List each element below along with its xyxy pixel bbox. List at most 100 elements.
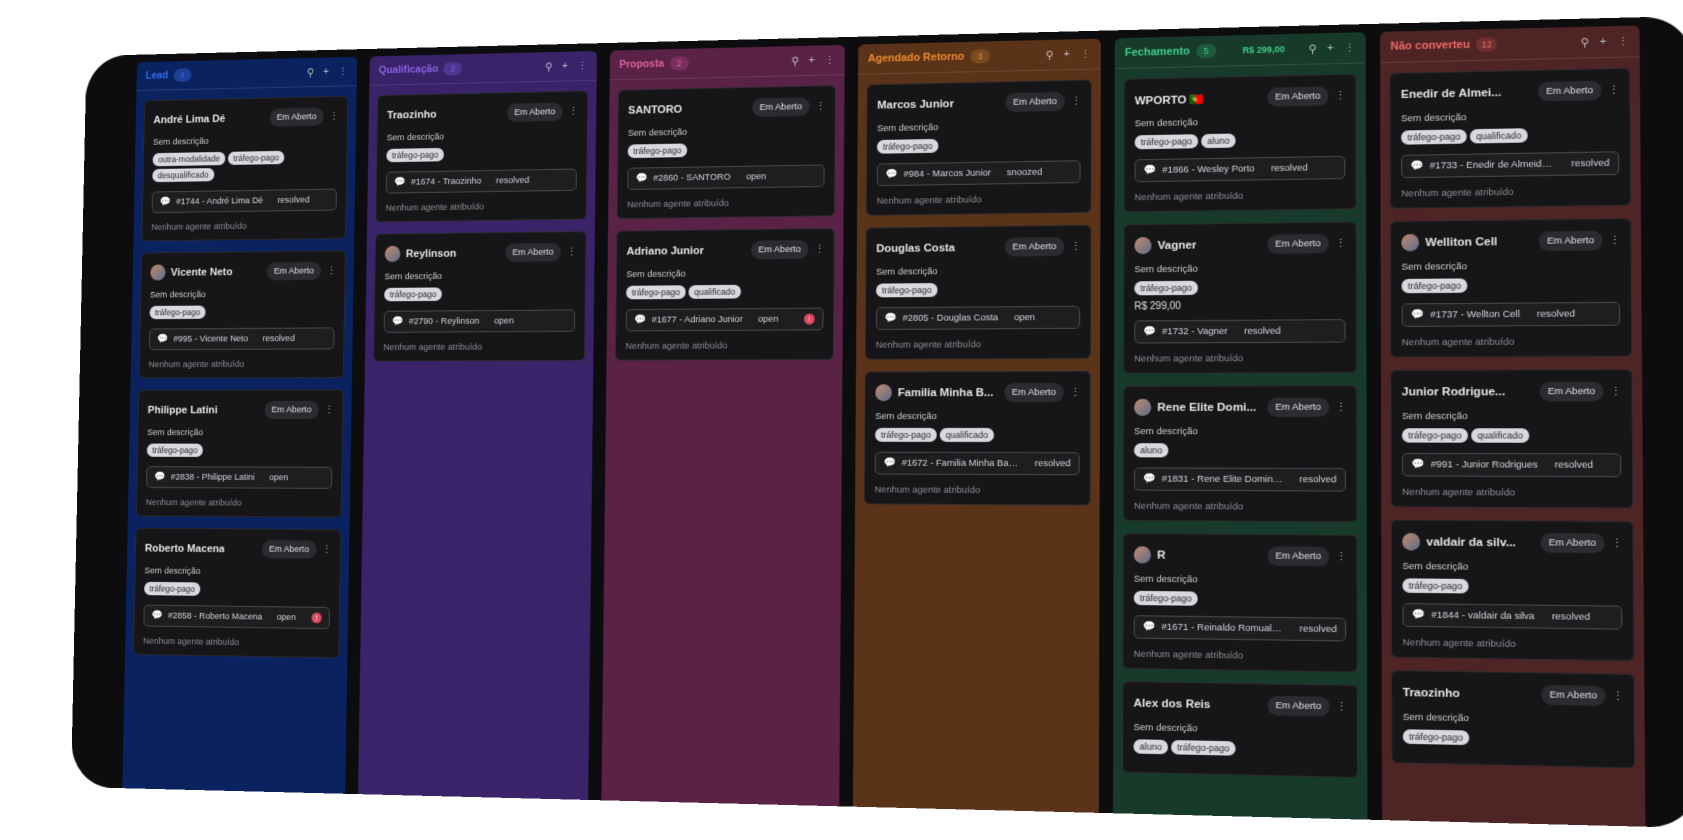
card-name[interactable]: Roberto Macena	[145, 542, 225, 554]
status-badge[interactable]: Em Aberto	[1003, 382, 1064, 403]
status-badge[interactable]: Em Aberto	[506, 102, 563, 122]
card-menu-icon[interactable]: ⋮	[1336, 550, 1347, 563]
status-badge[interactable]: Em Aberto	[751, 97, 810, 118]
status-badge[interactable]: Em Aberto	[750, 240, 809, 260]
contact-card[interactable]: Rene Elite Domi... Em Aberto ⋮ Sem descriçã…	[1122, 385, 1358, 523]
card-menu-icon[interactable]: ⋮	[326, 265, 336, 278]
card-name[interactable]: R	[1157, 549, 1165, 561]
conversation-link[interactable]: 💬 #1677 - Adriano Junior open!	[625, 307, 824, 332]
card-name[interactable]: Reylinson	[406, 248, 457, 260]
card-menu-icon[interactable]: ⋮	[814, 243, 825, 256]
card-menu-icon[interactable]: ⋮	[1335, 237, 1346, 250]
status-badge[interactable]: Em Aberto	[1538, 230, 1603, 252]
card-menu-icon[interactable]: ⋮	[566, 246, 576, 259]
contact-card[interactable]: Alex dos Reis Em Aberto ⋮ Sem descrição alun…	[1122, 681, 1358, 778]
card-name[interactable]: Adriano Junior	[627, 245, 704, 258]
card-menu-icon[interactable]: ⋮	[1612, 689, 1624, 703]
conversation-link[interactable]: 💬 #1844 - valdair da silva resolved	[1402, 603, 1623, 630]
status-badge[interactable]: Em Aberto	[266, 261, 322, 281]
card-name[interactable]: WPORTO 🇵🇹	[1135, 92, 1205, 107]
card-name[interactable]: Junior Rodrigue...	[1402, 385, 1505, 398]
status-badge[interactable]: Em Aberto	[1266, 397, 1330, 417]
card-menu-icon[interactable]: ⋮	[1071, 95, 1082, 108]
filter-icon[interactable]: ⚲	[545, 60, 553, 73]
contact-card[interactable]: Adriano Junior Em Aberto ⋮ Sem descrição trá…	[614, 227, 835, 361]
contact-card[interactable]: Philippe Latini Em Aberto ⋮ Sem descrição tr…	[135, 389, 344, 518]
more-options-icon[interactable]: ⋮	[338, 65, 348, 78]
card-name[interactable]: Vagner	[1158, 239, 1197, 251]
card-name[interactable]: Alex dos Reis	[1134, 697, 1211, 711]
card-name[interactable]: Enedir de Almei...	[1401, 86, 1501, 100]
add-card-icon[interactable]: +	[323, 65, 329, 77]
card-menu-icon[interactable]: ⋮	[1335, 401, 1346, 414]
conversation-link[interactable]: 💬 #984 - Marcos Junior snoozed	[876, 160, 1081, 187]
more-options-icon[interactable]: ⋮	[1080, 47, 1091, 60]
status-badge[interactable]: Em Aberto	[1537, 80, 1602, 102]
conversation-link[interactable]: 💬 #1866 - Wesley Porto resolved	[1134, 155, 1346, 183]
status-badge[interactable]: Em Aberto	[1267, 546, 1330, 567]
conversation-link[interactable]: 💬 #1831 - Rene Elite Dominando Pio resolve…	[1133, 467, 1346, 492]
conversation-link[interactable]: 💬 #1671 - Reinaldo Romualdo aluno E... res…	[1133, 615, 1347, 642]
conversation-link[interactable]: 💬 #2858 - Roberto Macena open!	[143, 604, 330, 630]
filter-icon[interactable]: ⚲	[1046, 48, 1054, 61]
more-options-icon[interactable]: ⋮	[577, 59, 587, 72]
status-badge[interactable]: Em Aberto	[1540, 532, 1605, 554]
conversation-link[interactable]: 💬 #2860 - SANTORO open	[627, 164, 825, 190]
status-badge[interactable]: Em Aberto	[1266, 86, 1329, 107]
status-badge[interactable]: Em Aberto	[269, 107, 324, 127]
contact-card[interactable]: Marcos Junior Em Aberto ⋮ Sem descrição tráf…	[865, 79, 1092, 216]
add-card-icon[interactable]: +	[1064, 48, 1070, 61]
contact-card[interactable]: Vagner Em Aberto ⋮ Sem descrição tráfego-pag…	[1123, 221, 1358, 374]
card-menu-icon[interactable]: ⋮	[815, 100, 826, 113]
status-badge[interactable]: Em Aberto	[1004, 237, 1065, 257]
add-card-icon[interactable]: +	[1600, 35, 1607, 48]
card-menu-icon[interactable]: ⋮	[1608, 83, 1620, 97]
filter-icon[interactable]: ⚲	[1309, 42, 1317, 55]
card-name[interactable]: Rene Elite Domi...	[1157, 401, 1256, 413]
contact-card[interactable]: Junior Rodrigue... Em Aberto ⋮ Sem descriçã…	[1390, 369, 1634, 509]
contact-card[interactable]: Vicente Neto Em Aberto ⋮ Sem descrição tráfe…	[138, 250, 346, 379]
card-menu-icon[interactable]: ⋮	[1610, 385, 1622, 398]
contact-card[interactable]: valdair da silv... Em Aberto ⋮ Sem descriçã…	[1390, 519, 1635, 662]
conversation-link[interactable]: 💬 #1744 - André Lima Dé resolved	[151, 188, 337, 214]
contact-card[interactable]: Enedir de Almei... Em Aberto ⋮ Sem descriçã…	[1389, 67, 1632, 209]
card-name[interactable]: André Lima Dé	[153, 113, 225, 126]
conversation-link[interactable]: 💬 #1674 - Traozinho resolved	[385, 168, 577, 194]
card-name[interactable]: Vicente Neto	[171, 266, 233, 278]
card-menu-icon[interactable]: ⋮	[1611, 537, 1623, 551]
contact-card[interactable]: Reylinson Em Aberto ⋮ Sem descrição tráfego-…	[373, 231, 587, 362]
status-badge[interactable]: Em Aberto	[261, 540, 317, 559]
conversation-link[interactable]: 💬 #991 - Junior Rodrigues resolved	[1401, 452, 1622, 478]
status-badge[interactable]: Em Aberto	[1005, 91, 1065, 113]
card-name[interactable]: Familia Minha B...	[898, 387, 994, 399]
more-options-icon[interactable]: ⋮	[1617, 34, 1629, 48]
contact-card[interactable]: Welliton Cell Em Aberto ⋮ Sem descrição tráf…	[1389, 218, 1633, 358]
conversation-link[interactable]: 💬 #1737 - Wellton Cell resolved	[1401, 301, 1621, 327]
filter-icon[interactable]: ⚲	[1581, 35, 1590, 48]
card-menu-icon[interactable]: ⋮	[1335, 89, 1346, 102]
contact-card[interactable]: Familia Minha B... Em Aberto ⋮ Sem descriçã…	[863, 370, 1091, 506]
contact-card[interactable]: R Em Aberto ⋮ Sem descrição tráfego-pago 💬 #16…	[1122, 533, 1358, 673]
contact-card[interactable]: SANTORO Em Aberto ⋮ Sem descrição tráfego-pa…	[616, 85, 836, 220]
card-menu-icon[interactable]: ⋮	[568, 105, 578, 118]
add-card-icon[interactable]: +	[809, 54, 815, 67]
card-menu-icon[interactable]: ⋮	[329, 110, 339, 123]
card-menu-icon[interactable]: ⋮	[322, 543, 332, 556]
filter-icon[interactable]: ⚲	[307, 66, 314, 78]
conversation-link[interactable]: 💬 #2805 - Douglas Costa open	[875, 305, 1081, 330]
card-name[interactable]: Traozinho	[1403, 686, 1460, 699]
card-menu-icon[interactable]: ⋮	[1070, 386, 1081, 399]
more-options-icon[interactable]: ⋮	[1344, 41, 1355, 54]
status-badge[interactable]: Em Aberto	[1266, 233, 1329, 254]
more-options-icon[interactable]: ⋮	[824, 53, 835, 66]
card-menu-icon[interactable]: ⋮	[1070, 240, 1081, 253]
status-badge[interactable]: Em Aberto	[1267, 695, 1330, 717]
card-name[interactable]: Douglas Costa	[876, 242, 955, 255]
status-badge[interactable]: Em Aberto	[264, 400, 319, 419]
card-name[interactable]: Traozinho	[387, 109, 437, 121]
contact-card[interactable]: WPORTO 🇵🇹 Em Aberto ⋮ Sem descrição tráfego-…	[1123, 73, 1357, 213]
filter-icon[interactable]: ⚲	[791, 54, 799, 67]
contact-card[interactable]: Roberto Macena Em Aberto ⋮ Sem descrição trá…	[133, 527, 342, 659]
conversation-link[interactable]: 💬 #1733 - Enedir de Almeida Vieira resolve…	[1401, 151, 1620, 179]
status-badge[interactable]: Em Aberto	[1539, 381, 1604, 402]
